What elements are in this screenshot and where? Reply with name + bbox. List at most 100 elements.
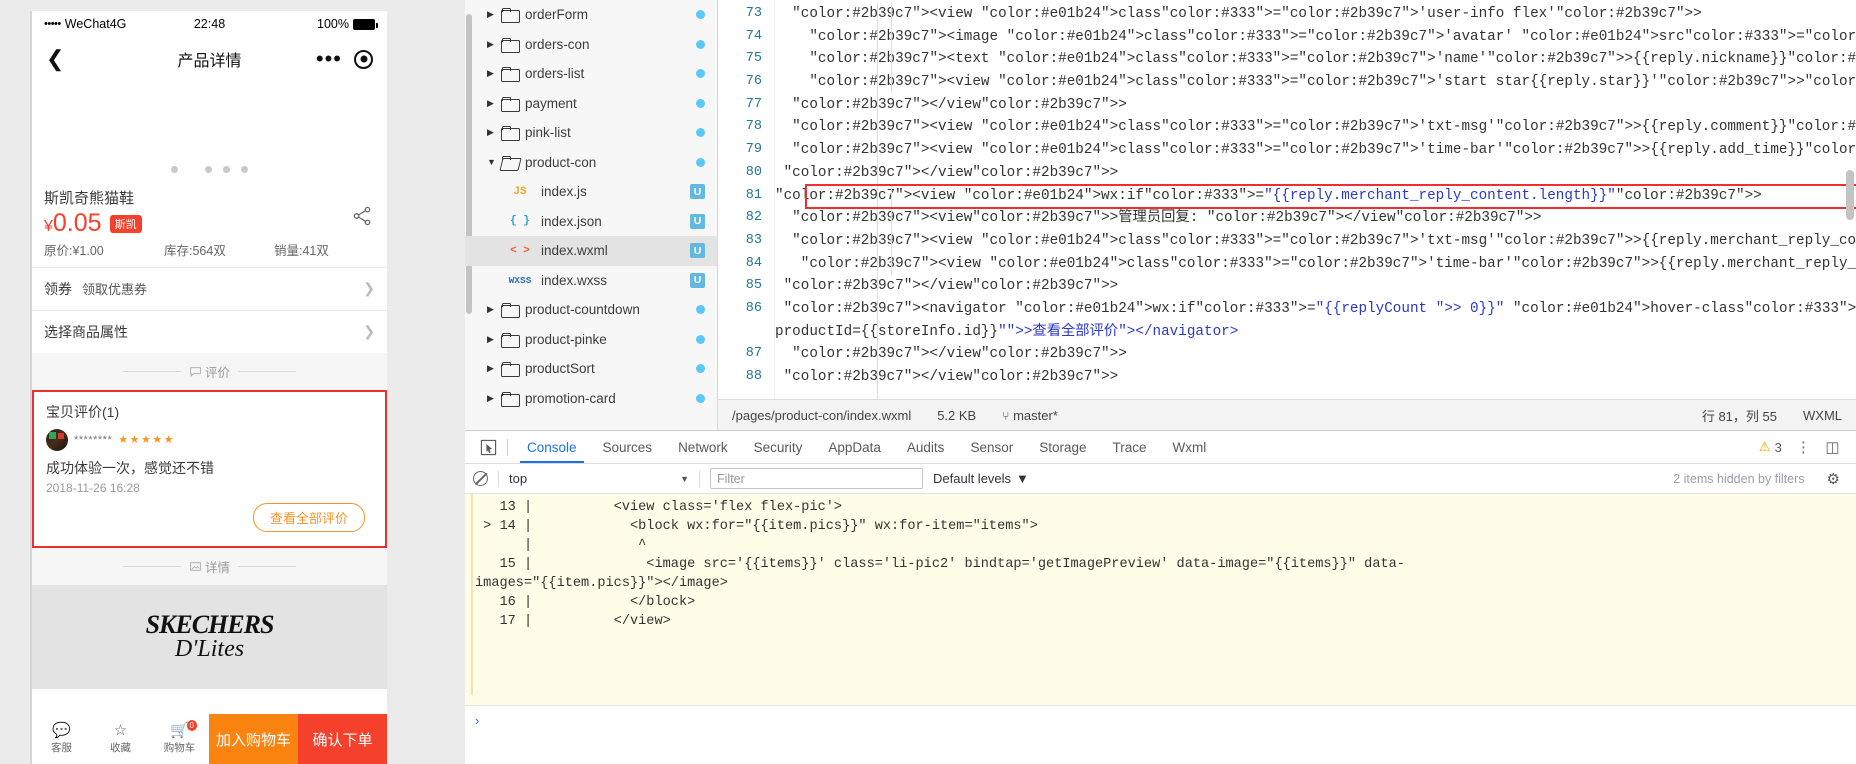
tree-item-index-js[interactable]: JS index.js U	[465, 177, 717, 207]
coupon-row[interactable]: 领券 领取优惠券 ❯	[32, 266, 387, 310]
console-prompt[interactable]: ›	[465, 705, 1856, 735]
tree-item-index-json[interactable]: { } index.json U	[465, 207, 717, 237]
console-line[interactable]: > 14 | <block wx:for="{{item.pics}}" wx:…	[465, 517, 1856, 536]
carousel-dot[interactable]	[171, 166, 178, 173]
price-value: 0.05	[52, 209, 102, 237]
tree-item-badge	[696, 364, 705, 374]
chevron-right-icon[interactable]: ▶	[487, 9, 501, 20]
carousel-dot[interactable]	[223, 166, 230, 173]
product-banner[interactable]	[32, 81, 387, 181]
code-line[interactable]: "color:#2b39c7"><view "color:#e01b24">cl…	[775, 139, 1856, 162]
chevron-down-icon[interactable]: ▼	[487, 157, 501, 167]
code-line[interactable]: "color:#2b39c7"><view "color:#e01b24">cl…	[775, 71, 1856, 94]
warning-indicator[interactable]: ⚠ 3	[1759, 439, 1782, 455]
tab-console[interactable]: Console	[514, 431, 590, 463]
more-vertical-icon[interactable]: ⋮	[1796, 438, 1812, 456]
code-line[interactable]: "color:#2b39c7"><view"color:#2b39c7">>管理…	[775, 207, 1856, 230]
code-area[interactable]: 73 74 75 76 77 78 79 80 81 82 83 84 85 8…	[718, 0, 1856, 399]
code-lines[interactable]: "color:#2b39c7"><view "color:#e01b24">cl…	[774, 0, 1856, 399]
execution-context-select[interactable]: top ▼	[509, 471, 689, 486]
code-editor-panel[interactable]: 73 74 75 76 77 78 79 80 81 82 83 84 85 8…	[718, 0, 1856, 430]
carousel-dot[interactable]	[205, 166, 212, 173]
code-line[interactable]: "color:#2b39c7"></view"color:#2b39c7">>	[775, 162, 1856, 185]
console-line: images="{{item.pics}}"></image>	[475, 576, 728, 591]
chevron-right-icon[interactable]: ▶	[487, 68, 501, 79]
chevron-right-icon[interactable]: ▶	[487, 39, 501, 50]
file-explorer[interactable]: ▶ orderForm ▶ orders-con ▶ orders-list ▶…	[465, 0, 718, 430]
chevron-right-icon[interactable]: ▶	[487, 127, 501, 138]
folder-icon	[501, 362, 520, 378]
detail-label-text: 详情	[204, 560, 230, 575]
file-path-label[interactable]: /pages/product-con/index.wxml	[732, 408, 911, 423]
code-line[interactable]: "color:#2b39c7"><view "color:#e01b24">cl…	[775, 3, 1856, 26]
language-mode-label[interactable]: WXML	[1803, 408, 1842, 423]
tab-storage[interactable]: Storage	[1026, 431, 1099, 463]
tab-audits[interactable]: Audits	[894, 431, 958, 463]
tree-item-index-wxss[interactable]: WXSS index.wxss U	[465, 266, 717, 296]
devtools-tabbar[interactable]: Console Sources Network Security AppData…	[465, 431, 1856, 464]
code-line[interactable]: "color:#2b39c7"></view"color:#2b39c7">>	[775, 275, 1856, 298]
code-line-wrapped[interactable]: productId={{storeInfo.id}}"">>查看全部评价"></…	[775, 321, 1856, 344]
code-line[interactable]: "color:#2b39c7"><view "color:#e01b24">cl…	[775, 230, 1856, 253]
tree-item-orderForm[interactable]: ▶ orderForm	[465, 0, 717, 30]
gear-icon[interactable]: ⚙	[1827, 470, 1848, 488]
tree-item-promotion-card[interactable]: ▶ promotion-card	[465, 384, 717, 414]
tab-security[interactable]: Security	[741, 431, 816, 463]
console-filter-input[interactable]: Filter	[710, 468, 923, 489]
clear-console-icon[interactable]	[473, 471, 488, 486]
branch-indicator[interactable]: ⑂ master*	[1002, 408, 1058, 423]
tree-item-productSort[interactable]: ▶ productSort	[465, 354, 717, 384]
devtools-panel[interactable]: Console Sources Network Security AppData…	[465, 430, 1856, 764]
select-attribute-row[interactable]: 选择商品属性 ❯	[32, 309, 387, 353]
folder-icon	[501, 37, 520, 53]
tree-item-product-pinke[interactable]: ▶ product-pinke	[465, 325, 717, 355]
tree-item-product-countdown[interactable]: ▶ product-countdown	[465, 295, 717, 325]
inspect-icon[interactable]	[475, 436, 501, 458]
tree-item-pink-list[interactable]: ▶ pink-list	[465, 118, 717, 148]
tree-item-payment[interactable]: ▶ payment	[465, 89, 717, 119]
code-line[interactable]: "color:#2b39c7"><navigator "color:#e01b2…	[775, 298, 1856, 321]
chevron-right-icon[interactable]: ▶	[487, 393, 501, 404]
tab-appdata[interactable]: AppData	[815, 431, 894, 463]
carousel-dot[interactable]	[241, 166, 248, 173]
tree-item-product-con[interactable]: ▼ product-con	[465, 148, 717, 178]
console-filter-bar[interactable]: top ▼ Filter Default levels ▼ 2 items hi…	[465, 464, 1856, 494]
tree-item-index-wxml[interactable]: < > index.wxml U	[465, 236, 717, 266]
modified-dot-icon	[696, 393, 705, 403]
tree-item-label: index.wxml	[541, 243, 608, 259]
code-line[interactable]: "color:#2b39c7"><view "color:#e01b24">cl…	[775, 116, 1856, 139]
code-line[interactable]: "color:#2b39c7"><view "color:#e01b24">cl…	[775, 253, 1856, 276]
tab-sensor[interactable]: Sensor	[957, 431, 1026, 463]
target-icon[interactable]	[354, 49, 373, 69]
code-line[interactable]: "color:#2b39c7"><image "color:#e01b24">c…	[775, 26, 1856, 49]
tab-trace[interactable]: Trace	[1100, 431, 1160, 463]
console-output[interactable]: 13 | <view class='flex flex-pic'> > 14 |…	[465, 494, 1856, 735]
chevron-right-icon[interactable]: ▶	[487, 363, 501, 374]
editor-scrollbar-thumb[interactable]	[1846, 170, 1854, 220]
cursor-position-label[interactable]: 行 81，列 55	[1702, 406, 1777, 425]
ellipsis-icon[interactable]: •••	[316, 48, 342, 70]
tab-wxml[interactable]: Wxml	[1160, 431, 1220, 463]
add-to-cart-button[interactable]: 加入购物车	[209, 714, 298, 764]
code-line[interactable]: "color:#2b39c7"><text "color:#e01b24">cl…	[775, 48, 1856, 71]
dock-panel-icon[interactable]: ◫	[1825, 438, 1840, 456]
chevron-right-icon[interactable]: ▶	[487, 334, 501, 345]
confirm-order-button[interactable]: 确认下单	[298, 714, 387, 764]
tree-item-orders-con[interactable]: ▶ orders-con	[465, 30, 717, 60]
code-line[interactable]: "color:#2b39c7"></view"color:#2b39c7">>	[775, 366, 1856, 389]
code-line[interactable]: "color:#2b39c7"></view"color:#2b39c7">>	[775, 343, 1856, 366]
chevron-right-icon[interactable]: ▶	[487, 98, 501, 109]
code-line-highlighted[interactable]: "color:#2b39c7"><view "color:#e01b24">wx…	[775, 185, 1856, 208]
tab-sources[interactable]: Sources	[590, 431, 666, 463]
modified-dot-icon	[696, 39, 705, 49]
service-button[interactable]: 💬 客服	[32, 714, 91, 764]
tree-item-orders-list[interactable]: ▶ orders-list	[465, 59, 717, 89]
code-line[interactable]: "color:#2b39c7"></view"color:#2b39c7">>	[775, 94, 1856, 117]
cart-button[interactable]: 🛒 0 购物车	[150, 714, 209, 764]
tab-network[interactable]: Network	[665, 431, 741, 463]
chevron-right-icon[interactable]: ▶	[487, 304, 501, 315]
favorite-button[interactable]: ☆ 收藏	[91, 714, 150, 764]
log-level-select[interactable]: Default levels ▼	[933, 471, 1029, 486]
share-icon[interactable]	[351, 205, 373, 227]
view-all-reviews-button[interactable]: 查看全部评价	[252, 502, 365, 532]
